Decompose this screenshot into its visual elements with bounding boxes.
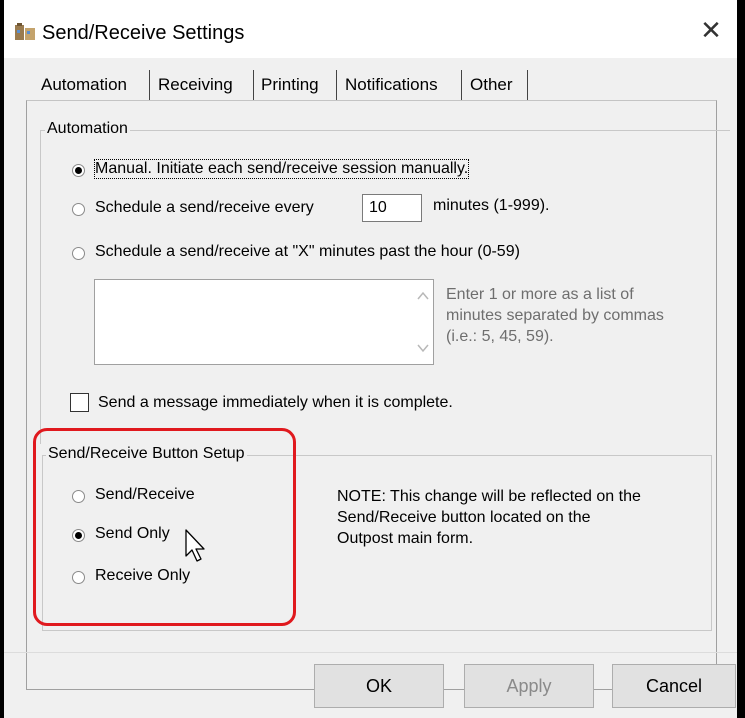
list-help-line-2: minutes separated by commas <box>446 307 664 324</box>
tab-printing[interactable]: Printing <box>256 70 336 100</box>
tab-separator <box>461 70 462 100</box>
minutes-interval-input[interactable] <box>362 194 422 222</box>
tab-separator <box>527 70 528 100</box>
title-bar: Send/Receive Settings ✕ <box>4 0 737 58</box>
app-icon <box>15 23 35 40</box>
manual-label[interactable]: Manual. Initiate each send/receive sessi… <box>93 159 470 179</box>
tab-separator <box>336 70 337 100</box>
list-scrollbar[interactable] <box>413 280 433 364</box>
scroll-down-icon[interactable] <box>415 340 431 356</box>
schedule-past-hour-radio[interactable] <box>72 247 85 260</box>
minutes-range-label: minutes (1-999). <box>433 197 550 214</box>
ok-button[interactable]: OK <box>314 664 444 708</box>
tab-receiving[interactable]: Receiving <box>153 70 249 100</box>
highlight-annotation <box>33 428 296 626</box>
apply-button[interactable]: Apply <box>464 664 594 708</box>
minutes-list-textarea[interactable] <box>94 279 434 365</box>
send-immediately-checkbox[interactable] <box>70 393 89 412</box>
note-line-1: NOTE: This change will be reflected on t… <box>337 488 641 505</box>
footer-divider <box>4 652 737 653</box>
tab-automation[interactable]: Automation <box>36 70 142 100</box>
scroll-up-icon[interactable] <box>415 288 431 304</box>
send-receive-settings-dialog: Send/Receive Settings ✕ Automation Recei… <box>3 0 738 718</box>
mouse-pointer-icon <box>185 529 205 562</box>
tab-separator <box>253 70 254 100</box>
list-help-line-1: Enter 1 or more as a list of <box>446 286 634 303</box>
tab-notifications[interactable]: Notifications <box>340 70 458 100</box>
schedule-past-hour-label[interactable]: Schedule a send/receive at "X" minutes p… <box>95 243 520 261</box>
note-line-2: Send/Receive button located on the <box>337 509 591 526</box>
tab-separator <box>149 70 150 100</box>
window-title: Send/Receive Settings <box>42 22 245 44</box>
close-icon[interactable]: ✕ <box>695 14 727 46</box>
send-immediately-label[interactable]: Send a message immediately when it is co… <box>98 394 453 412</box>
tab-other[interactable]: Other <box>465 70 525 100</box>
schedule-every-radio[interactable] <box>72 203 85 216</box>
cancel-button[interactable]: Cancel <box>612 664 736 708</box>
manual-radio[interactable] <box>72 164 85 177</box>
list-help-line-3: (i.e.: 5, 45, 59). <box>446 328 554 345</box>
automation-group-label: Automation <box>45 120 130 138</box>
schedule-every-label[interactable]: Schedule a send/receive every <box>95 199 314 217</box>
note-line-3: Outpost main form. <box>337 530 474 547</box>
